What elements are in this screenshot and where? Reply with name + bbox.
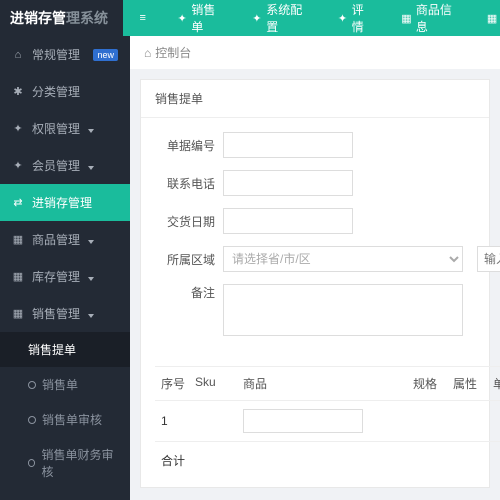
phone-input[interactable] [223, 170, 353, 196]
topnav: ✦销售单 ✦系统配置 ✦评情 ▦商品信息 ▦仓库信息 ▦采购订单 ▦权 [163, 0, 500, 36]
chevron-down-icon [88, 159, 94, 173]
sidebar-item-member[interactable]: ✦ 会员管理 [0, 147, 130, 184]
sub-pickup-label: 销售提单 [28, 341, 76, 358]
table-row: 1 [155, 401, 500, 441]
user-icon: ✦ [12, 159, 24, 172]
sidebar-sub-sales-review[interactable]: 销售单审核 [0, 402, 130, 437]
chevron-down-icon [88, 307, 94, 321]
cell-total-label: 合计 [155, 452, 195, 469]
sidebar-inventory-label: 进销存管理 [32, 194, 92, 211]
sidebar-salesmgmt-label: 销售管理 [32, 305, 80, 322]
sub-sales-review-label: 销售单审核 [42, 411, 102, 428]
remark-textarea[interactable] [223, 284, 463, 336]
th-sku: Sku [195, 375, 243, 392]
badge-new: new [93, 49, 118, 61]
sidebar-sub-sales-out[interactable]: 销售出库单 [0, 489, 130, 500]
th-unit: 单位 [493, 375, 500, 392]
topnav-sales-label: 销售单 [191, 1, 223, 35]
stock-icon: ▦ [12, 270, 24, 283]
gear-icon: ✦ [252, 12, 263, 25]
topnav-goodsinfo-label: 商品信息 [416, 1, 459, 35]
topnav-menu-toggle[interactable]: ≡ [123, 0, 163, 36]
items-table: 序号 Sku 商品 规格 属性 单位 库存 数 1 [155, 366, 500, 473]
sidebar-item-stock[interactable]: ▦ 库存管理 [0, 258, 130, 295]
topnav-comment[interactable]: ✦ 评情 [323, 0, 387, 36]
sidebar-goods-label: 商品管理 [32, 231, 80, 248]
table-header: 序号 Sku 商品 规格 属性 单位 库存 数 [155, 366, 500, 401]
th-spec: 规格 [413, 375, 453, 392]
sidebar-item-goods[interactable]: ▦ 商品管理 [0, 221, 130, 258]
label-region: 所属区域 [155, 251, 215, 268]
inventory-icon: ⇄ [12, 196, 24, 209]
sidebar-item-category[interactable]: ✱ 分类管理 [0, 73, 130, 110]
address-input[interactable] [477, 246, 500, 272]
panel-title: 销售提单 [141, 80, 489, 118]
label-order-no: 单据编号 [155, 137, 215, 154]
cell-seq: 1 [155, 414, 195, 428]
sidebar-sub-sales[interactable]: 销售单 [0, 367, 130, 402]
breadcrumb: ⌂ 控制台 [130, 36, 500, 69]
th-goods: 商品 [243, 375, 413, 392]
circle-icon [28, 459, 35, 467]
form: 单据编号 客户名称 联系电话 [141, 118, 500, 362]
sub-sales-label: 销售单 [42, 376, 78, 393]
sidebar-stock-label: 库存管理 [32, 268, 80, 285]
sub-sales-finance-label: 销售单财务审核 [41, 446, 118, 480]
topnav-stockinfo[interactable]: ▦仓库信息 [473, 0, 500, 36]
logo: 进销存管理系统 [0, 0, 123, 36]
sidebar-category-label: 分类管理 [32, 83, 80, 100]
circle-icon [28, 416, 36, 424]
table-footer: 合计 [155, 441, 500, 473]
label-remark: 备注 [155, 284, 215, 301]
label-deal-date: 交货日期 [155, 213, 215, 230]
sidebar-sales-sub: 销售提单 销售单 销售单审核 销售单财务审核 销售出库单 销售出库审核 销售出库… [0, 332, 130, 500]
dashboard-icon: ⌂ [12, 49, 24, 61]
topnav-sales[interactable]: ✦销售单 [163, 0, 238, 36]
sales-icon: ▦ [12, 307, 24, 320]
sidebar-member-label: 会员管理 [32, 157, 80, 174]
th-attr: 属性 [453, 375, 493, 392]
box-icon: ▦ [401, 12, 412, 25]
chevron-down-icon [88, 122, 94, 136]
main-content: ⌂ 控制台 销售提单 单据编号 客户名称 [130, 36, 500, 500]
cart-icon: ✦ [177, 12, 188, 25]
label-phone: 联系电话 [155, 175, 215, 192]
logo-text-b: 理系统 [66, 8, 108, 28]
region-select[interactable]: 请选择省/市/区 [223, 246, 463, 272]
lock-icon: ✦ [12, 122, 24, 135]
th-seq: 序号 [155, 375, 195, 392]
comment-icon: ✦ [337, 12, 348, 25]
home-icon: ⌂ [144, 46, 151, 60]
topnav-goodsinfo[interactable]: ▦ 商品信息 [387, 0, 473, 36]
circle-icon [28, 381, 36, 389]
sidebar-general-label: 常规管理 [32, 46, 80, 63]
order-no-input[interactable] [223, 132, 353, 158]
logo-text-a: 进销存管 [10, 8, 66, 28]
sidebar-item-permission[interactable]: ✦ 权限管理 [0, 110, 130, 147]
chevron-down-icon [88, 233, 94, 247]
topbar: 进销存管理系统 ≡ ✦销售单 ✦系统配置 ✦评情 ▦商品信息 ▦仓库信息 ▦采购… [0, 0, 500, 36]
topnav-comment-label: 评情 [352, 1, 373, 35]
sidebar-sub-sales-finance[interactable]: 销售单财务审核 [0, 437, 130, 489]
topnav-sysconfig-label: 系统配置 [266, 1, 309, 35]
goods-icon: ▦ [12, 233, 24, 246]
chevron-down-icon [88, 270, 94, 284]
sidebar-item-inventory[interactable]: ⇄ 进销存管理 [0, 184, 130, 221]
breadcrumb-home[interactable]: 控制台 [155, 44, 191, 61]
sidebar-sub-pickup[interactable]: 销售提单 [0, 332, 130, 367]
deal-date-input[interactable] [223, 208, 353, 234]
topnav-sysconfig[interactable]: ✦系统配置 [238, 0, 324, 36]
sidebar: ⌂常规管理new ✱分类管理 ✦权限管理 ✦会员管理 ⇄进销存管理 ▦商品管理 … [0, 36, 130, 500]
form-panel: 销售提单 单据编号 客户名称 联系电话 [140, 79, 490, 488]
warehouse-icon: ▦ [487, 12, 498, 25]
sidebar-item-salesmgmt[interactable]: ▦ 销售管理 [0, 295, 130, 332]
category-icon: ✱ [12, 85, 24, 98]
sidebar-permission-label: 权限管理 [32, 120, 80, 137]
menu-icon: ≡ [137, 12, 149, 24]
goods-input[interactable] [243, 409, 363, 433]
sidebar-item-general[interactable]: ⌂ 常规管理 new [0, 36, 130, 73]
